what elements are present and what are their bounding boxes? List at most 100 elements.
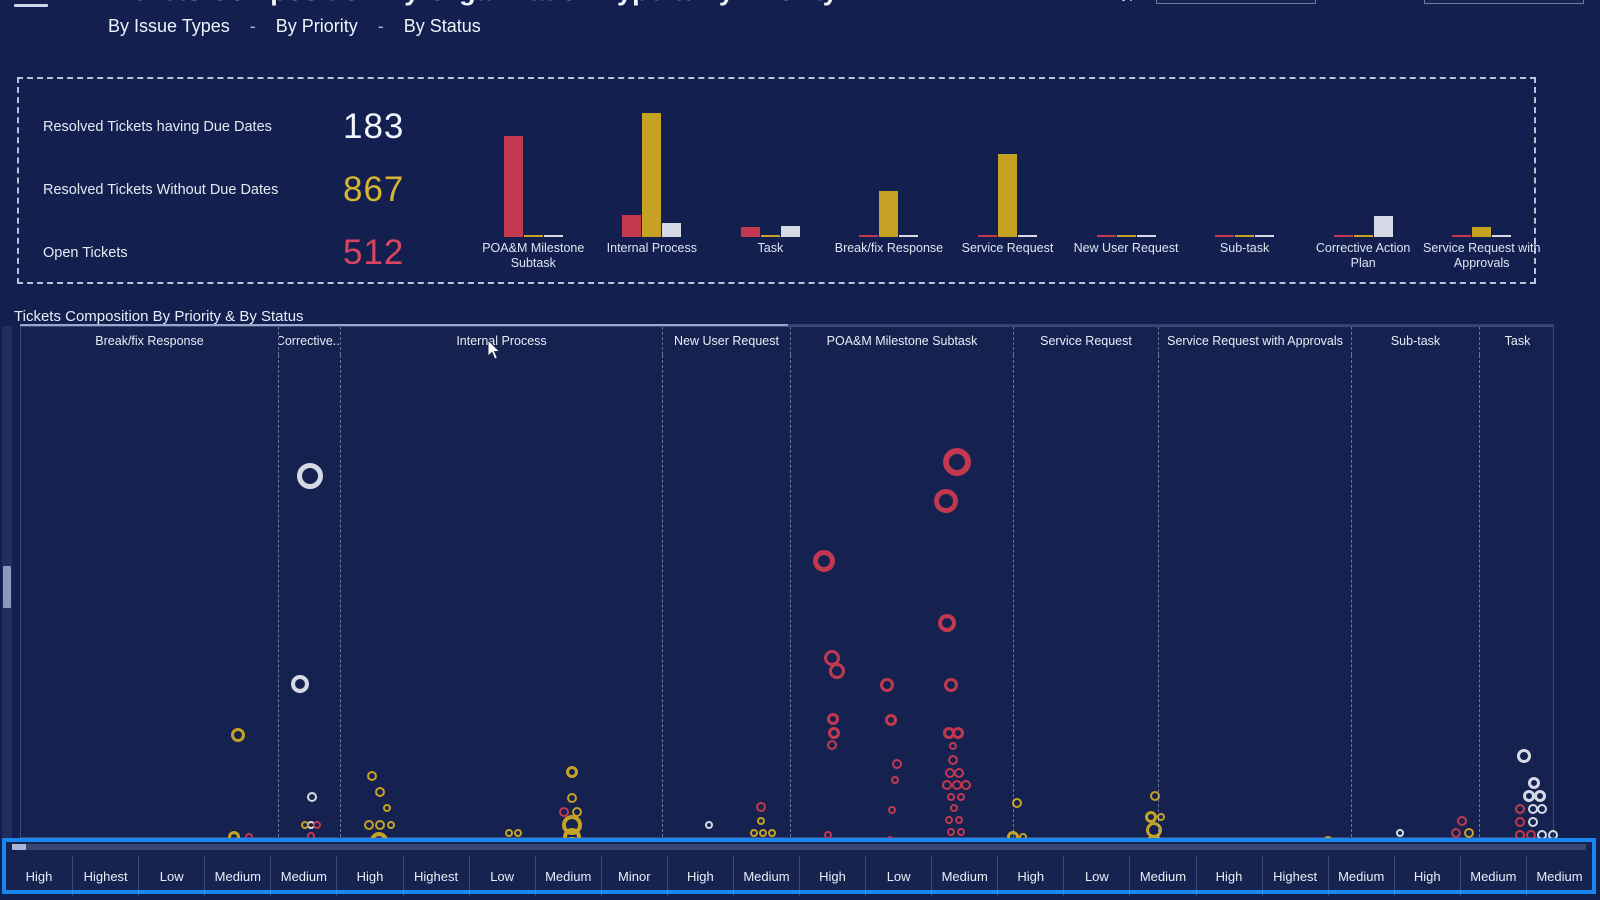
bar-resolved-having-due-dates[interactable] [899,234,919,237]
priority-axis-tick[interactable]: Medium [204,856,270,896]
bubble-data-point[interactable] [1396,829,1404,837]
bubble-data-point[interactable] [880,678,894,692]
bubble-data-point[interactable] [367,771,377,781]
priority-axis-tick[interactable]: Highest [402,856,469,896]
priority-axis-tick[interactable]: Medium [270,856,336,896]
bar-open[interactable] [1333,234,1353,237]
bubble-data-point[interactable] [947,793,955,801]
bar-group[interactable] [1067,99,1186,237]
bubble-data-point[interactable] [944,678,958,692]
priority-axis-tick[interactable]: Highest [1261,856,1328,896]
bar-resolved-without-due-dates[interactable] [642,112,662,237]
bubble-column-header[interactable]: Corrective... [278,327,340,355]
priority-axis-tick[interactable]: High [1393,856,1460,896]
bar-resolved-having-due-dates[interactable] [780,225,800,237]
nav-item-by-status[interactable]: By Status [400,16,485,37]
select-year-dropdown[interactable]: All ▼ [1424,0,1584,4]
bubble-data-point[interactable] [945,816,953,824]
kpi-row-resolved-without-due-dates[interactable]: Resolved Tickets Without Due Dates 867 [43,158,443,221]
bubble-data-point[interactable] [231,728,245,742]
bubble-column-header[interactable]: Service Request with Approvals [1158,327,1351,355]
bubble-column-header[interactable]: New User Request [662,327,790,355]
priority-axis-tick[interactable]: High [1195,856,1262,896]
bar-open[interactable] [503,135,523,237]
bubble-data-point[interactable] [1537,804,1547,814]
bubble-data-point[interactable] [375,787,385,797]
priority-axis-tick[interactable]: Minor [600,856,667,896]
bubble-data-point[interactable] [1451,828,1461,838]
bubble-data-point[interactable] [827,740,837,750]
priority-axis-tick[interactable]: Medium [732,856,799,896]
bubble-data-point[interactable] [750,829,758,837]
priority-axis-tick[interactable]: Medium [1327,856,1394,896]
bubble-data-point[interactable] [947,828,955,836]
nav-item-by-priority[interactable]: By Priority [272,16,362,37]
bubble-plot-area[interactable] [21,355,1558,857]
bar-group[interactable] [1185,99,1304,237]
bubble-data-point[interactable] [301,821,309,829]
priority-axis-tick[interactable]: Low [865,856,931,896]
bar-resolved-without-due-dates[interactable] [997,154,1017,237]
bar-group[interactable] [830,99,949,237]
bar-resolved-without-due-dates[interactable] [523,235,543,237]
bar-resolved-without-due-dates[interactable] [1235,235,1255,237]
vertical-scrollbar-thumb[interactable] [3,566,11,608]
bar-resolved-without-due-dates[interactable] [760,235,780,237]
bubble-data-point[interactable] [1464,828,1474,838]
bubble-data-point[interactable] [957,793,965,801]
bubble-data-point[interactable] [954,768,964,778]
bubble-data-point[interactable] [828,727,840,739]
bubble-data-point[interactable] [1534,790,1546,802]
bar-resolved-having-due-dates[interactable] [1373,216,1393,237]
bubble-data-point[interactable] [297,463,323,489]
priority-axis-band[interactable]: High Highest Low Medium Medium High Highest Low… [2,838,1596,896]
bubble-data-point[interactable] [1517,749,1531,763]
bubble-data-point[interactable] [375,820,385,830]
priority-axis-tick[interactable]: Medium [1525,856,1592,896]
bar-resolved-without-due-dates[interactable] [879,191,899,237]
bubble-data-point[interactable] [943,448,971,476]
kpi-row-resolved-with-due-dates[interactable]: Resolved Tickets having Due Dates 183 [43,95,443,158]
bubble-data-point[interactable] [952,727,964,739]
bar-resolved-having-due-dates[interactable] [1017,235,1037,237]
bar-group[interactable] [1304,99,1423,237]
bubble-data-point[interactable] [827,713,839,725]
horizontal-scrollbar-thumb[interactable] [12,844,26,850]
priority-axis-tick[interactable]: Medium [1459,856,1526,896]
bubble-vertical-scrollbar[interactable] [2,326,12,838]
bubble-data-point[interactable] [1457,816,1467,826]
bar-resolved-having-due-dates[interactable] [662,223,682,237]
bubble-data-point[interactable] [948,755,958,765]
bar-resolved-without-due-dates[interactable] [1116,235,1136,237]
priority-axis-tick[interactable]: High [336,856,402,896]
hamburger-icon[interactable] [14,0,48,10]
bubble-data-point[interactable] [885,714,897,726]
priority-axis-tick[interactable]: High [997,856,1063,896]
bubble-column-header[interactable]: Service Request [1013,327,1158,355]
priority-axis-tick[interactable]: Low [468,856,535,896]
bubble-data-point[interactable] [387,821,395,829]
bubble-data-point[interactable] [759,829,767,837]
bubble-data-point[interactable] [1528,817,1538,827]
bubble-column-header[interactable]: Task [1479,327,1555,355]
select-issue-type-dropdown[interactable]: All ▼ [1156,0,1317,4]
bar-resolved-having-due-dates[interactable] [1136,234,1156,237]
bar-open[interactable] [1215,234,1235,237]
issue-type-bar-chart[interactable]: POA&M Milestone Subtask Internal Process T… [474,99,1540,274]
bubble-data-point[interactable] [938,614,956,632]
bubble-data-point[interactable] [934,489,958,513]
bar-group[interactable] [948,99,1067,237]
bubble-data-point[interactable] [1515,817,1525,827]
bar-resolved-having-due-dates[interactable] [1255,234,1275,237]
bar-resolved-without-due-dates[interactable] [1472,226,1492,237]
bubble-data-point[interactable] [1528,777,1540,789]
priority-axis-tick[interactable]: High [6,856,72,896]
bar-open[interactable] [859,234,879,237]
bubble-data-point[interactable] [961,780,971,790]
bubble-data-point[interactable] [705,821,713,829]
bubble-column-header[interactable]: Sub-task [1351,327,1479,355]
bubble-data-point[interactable] [949,742,957,750]
bar-group[interactable] [474,99,593,237]
bar-group[interactable] [1422,99,1541,237]
bar-resolved-having-due-dates[interactable] [1492,235,1512,237]
